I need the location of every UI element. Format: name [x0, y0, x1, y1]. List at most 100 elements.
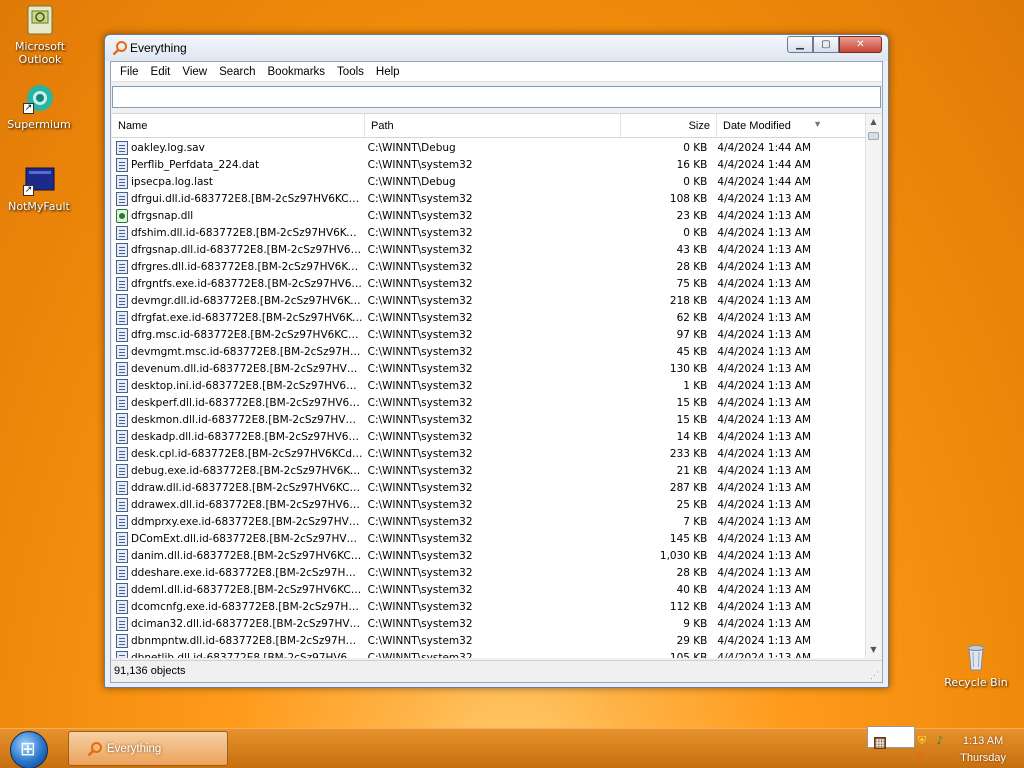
scroll-thumb[interactable]	[868, 132, 879, 140]
file-icon	[116, 344, 128, 359]
cell-path: C:\WINNT\system32	[367, 345, 473, 358]
table-row[interactable]: ddraw.dll.id-683772E8.[BM-2cSz97HV6KCdk……	[112, 479, 865, 496]
file-icon	[116, 480, 128, 495]
cell-date-modified: 4/4/2024 1:13 AM	[717, 532, 812, 545]
table-row[interactable]: Perflib_Perfdata_224.dat C:\WINNT\system3…	[112, 156, 865, 173]
scroll-down-arrow-icon[interactable]: ▼	[866, 642, 881, 658]
security-shield-icon[interactable]: ⛨	[916, 735, 928, 747]
table-row[interactable]: ddeshare.exe.id-683772E8.[BM-2cSz97HV6K……	[112, 564, 865, 581]
minimize-button[interactable]: ▁	[787, 36, 813, 53]
file-name: devmgmt.msc.id-683772E8.[BM-2cSz97HV6K…	[131, 345, 363, 358]
desktop-icon-supermium[interactable]: ↗ Supermium	[1, 82, 77, 131]
menu-help[interactable]: Help	[370, 66, 406, 78]
table-row[interactable]: deskperf.dll.id-683772E8.[BM-2cSz97HV6KC…	[112, 394, 865, 411]
start-button[interactable]	[10, 731, 48, 768]
menu-edit[interactable]: Edit	[145, 66, 177, 78]
network-icon[interactable]: ▦	[874, 737, 886, 749]
volume-icon[interactable]: ♪	[934, 735, 946, 747]
table-row[interactable]: deskadp.dll.id-683772E8.[BM-2cSz97HV6KC……	[112, 428, 865, 445]
resize-grip-icon[interactable]: ⋰	[870, 670, 880, 680]
file-name: ddraw.dll.id-683772E8.[BM-2cSz97HV6KCdk…	[131, 481, 363, 494]
table-row[interactable]: dfrg.msc.id-683772E8.[BM-2cSz97HV6KCdk8……	[112, 326, 865, 343]
cell-date-modified: 4/4/2024 1:13 AM	[717, 192, 812, 205]
table-row[interactable]: dfrgfat.exe.id-683772E8.[BM-2cSz97HV6KCd…	[112, 309, 865, 326]
table-row[interactable]: oakley.log.sav C:\WINNT\Debug 0 KB 4/4/2024…	[112, 139, 865, 156]
cell-date-modified: 4/4/2024 1:13 AM	[717, 209, 812, 222]
desktop-icon-label: Supermium	[7, 118, 71, 131]
menu-search[interactable]: Search	[213, 66, 261, 78]
table-row[interactable]: devmgr.dll.id-683772E8.[BM-2cSz97HV6KCd……	[112, 292, 865, 309]
close-button[interactable]: ✕	[839, 36, 882, 53]
cell-date-modified: 4/4/2024 1:44 AM	[717, 175, 812, 188]
table-row[interactable]: dfshim.dll.id-683772E8.[BM-2cSz97HV6KCd……	[112, 224, 865, 241]
cell-name: dfrgfat.exe.id-683772E8.[BM-2cSz97HV6KCd…	[112, 310, 363, 325]
cell-size: 97 KB	[676, 328, 708, 341]
cell-path: C:\WINNT\system32	[367, 532, 473, 545]
file-name: dfrgres.dll.id-683772E8.[BM-2cSz97HV6KCd…	[131, 260, 363, 273]
table-row[interactable]: dfrgntfs.exe.id-683772E8.[BM-2cSz97HV6KC…	[112, 275, 865, 292]
table-row[interactable]: devmgmt.msc.id-683772E8.[BM-2cSz97HV6K… C…	[112, 343, 865, 360]
menu-file[interactable]: File	[114, 66, 145, 78]
menu-tools[interactable]: Tools	[331, 66, 370, 78]
cell-path: C:\WINNT\system32	[367, 634, 473, 647]
table-row[interactable]: dfrgsnap.dll C:\WINNT\system32 23 KB 4/4/20…	[112, 207, 865, 224]
table-row[interactable]: dfrgres.dll.id-683772E8.[BM-2cSz97HV6KCd…	[112, 258, 865, 275]
file-icon	[116, 208, 128, 223]
cell-name: dfshim.dll.id-683772E8.[BM-2cSz97HV6KCd…	[112, 225, 363, 240]
table-row[interactable]: ddeml.dll.id-683772E8.[BM-2cSz97HV6KCdk……	[112, 581, 865, 598]
file-icon	[116, 565, 128, 580]
file-icon	[116, 225, 128, 240]
table-row[interactable]: ddrawex.dll.id-683772E8.[BM-2cSz97HV6KC……	[112, 496, 865, 513]
taskbar-button-everything[interactable]: Everything	[68, 731, 228, 766]
table-row[interactable]: devenum.dll.id-683772E8.[BM-2cSz97HV6KC……	[112, 360, 865, 377]
window-title: Everything	[130, 41, 187, 55]
cell-date-modified: 4/4/2024 1:13 AM	[717, 328, 812, 341]
table-row[interactable]: dcomcnfg.exe.id-683772E8.[BM-2cSz97HV6… C…	[112, 598, 865, 615]
cell-size: 29 KB	[676, 634, 708, 647]
cell-size: 15 KB	[676, 396, 708, 409]
table-row[interactable]: dbnetlib.dll.id-683772E8.[BM-2cSz97HV6KC…	[112, 649, 865, 658]
desktop-icon-recycle-bin[interactable]: Recycle Bin	[938, 640, 1014, 689]
table-row[interactable]: desk.cpl.id-683772E8.[BM-2cSz97HV6KCdk8……	[112, 445, 865, 462]
table-row[interactable]: dciman32.dll.id-683772E8.[BM-2cSz97HV6K……	[112, 615, 865, 632]
table-row[interactable]: deskmon.dll.id-683772E8.[BM-2cSz97HV6KC……	[112, 411, 865, 428]
table-row[interactable]: debug.exe.id-683772E8.[BM-2cSz97HV6KCd… C…	[112, 462, 865, 479]
cell-size: 28 KB	[676, 260, 708, 273]
table-row[interactable]: ipsecpa.log.last C:\WINNT\Debug 0 KB 4/4/20…	[112, 173, 865, 190]
cell-date-modified: 4/4/2024 1:13 AM	[717, 243, 812, 256]
table-row[interactable]: ddmprxy.exe.id-683772E8.[BM-2cSz97HV6K… C…	[112, 513, 865, 530]
cell-name: dfrgntfs.exe.id-683772E8.[BM-2cSz97HV6KC…	[112, 276, 363, 291]
cell-size: 130 KB	[669, 362, 708, 375]
menu-view[interactable]: View	[176, 66, 213, 78]
table-row[interactable]: dfrgui.dll.id-683772E8.[BM-2cSz97HV6KCdk…	[112, 190, 865, 207]
column-header-row: Name Path Size Date Modified ▼	[112, 114, 881, 138]
search-input[interactable]	[112, 86, 881, 108]
scroll-up-arrow-icon[interactable]: ▲	[866, 114, 881, 130]
desktop-icon-outlook[interactable]: Microsoft Outlook	[2, 4, 78, 66]
maximize-button[interactable]: ▢	[813, 36, 839, 53]
file-icon	[116, 174, 128, 189]
cell-date-modified: 4/4/2024 1:13 AM	[717, 430, 812, 443]
taskbar: Everything ▦ ⛨ ♪ ⚲ 1:13 AM Thursday	[0, 726, 1024, 768]
desktop-icon-notmyfault[interactable]: ↗ NotMyFault	[1, 164, 77, 213]
cell-path: C:\WINNT\system32	[367, 294, 473, 307]
search-tray-icon[interactable]: ⚲	[914, 751, 926, 763]
column-header-name[interactable]: Name	[112, 114, 365, 137]
table-row[interactable]: dfrgsnap.dll.id-683772E8.[BM-2cSz97HV6KC…	[112, 241, 865, 258]
table-row[interactable]: dbnmpntw.dll.id-683772E8.[BM-2cSz97HV6… C…	[112, 632, 865, 649]
clock[interactable]: 1:13 AM Thursday	[960, 733, 1006, 767]
table-row[interactable]: desktop.ini.id-683772E8.[BM-2cSz97HV6KC……	[112, 377, 865, 394]
cell-path: C:\WINNT\system32	[367, 481, 473, 494]
column-header-size[interactable]: Size	[621, 114, 717, 137]
column-header-date-modified[interactable]: Date Modified ▼	[717, 114, 881, 137]
menu-bookmarks[interactable]: Bookmarks	[262, 66, 332, 78]
cell-size: 23 KB	[676, 209, 708, 222]
title-bar[interactable]: Everything ▁ ▢ ✕	[105, 35, 888, 61]
table-row[interactable]: danim.dll.id-683772E8.[BM-2cSz97HV6KCdk……	[112, 547, 865, 564]
table-row[interactable]: DComExt.dll.id-683772E8.[BM-2cSz97HV6KC……	[112, 530, 865, 547]
file-name: dfrgntfs.exe.id-683772E8.[BM-2cSz97HV6KC…	[131, 277, 363, 290]
column-header-path[interactable]: Path	[365, 114, 621, 137]
cell-size: 1,030 KB	[659, 549, 708, 562]
cell-size: 21 KB	[676, 464, 708, 477]
vertical-scrollbar[interactable]: ▲ ▼	[865, 114, 881, 658]
